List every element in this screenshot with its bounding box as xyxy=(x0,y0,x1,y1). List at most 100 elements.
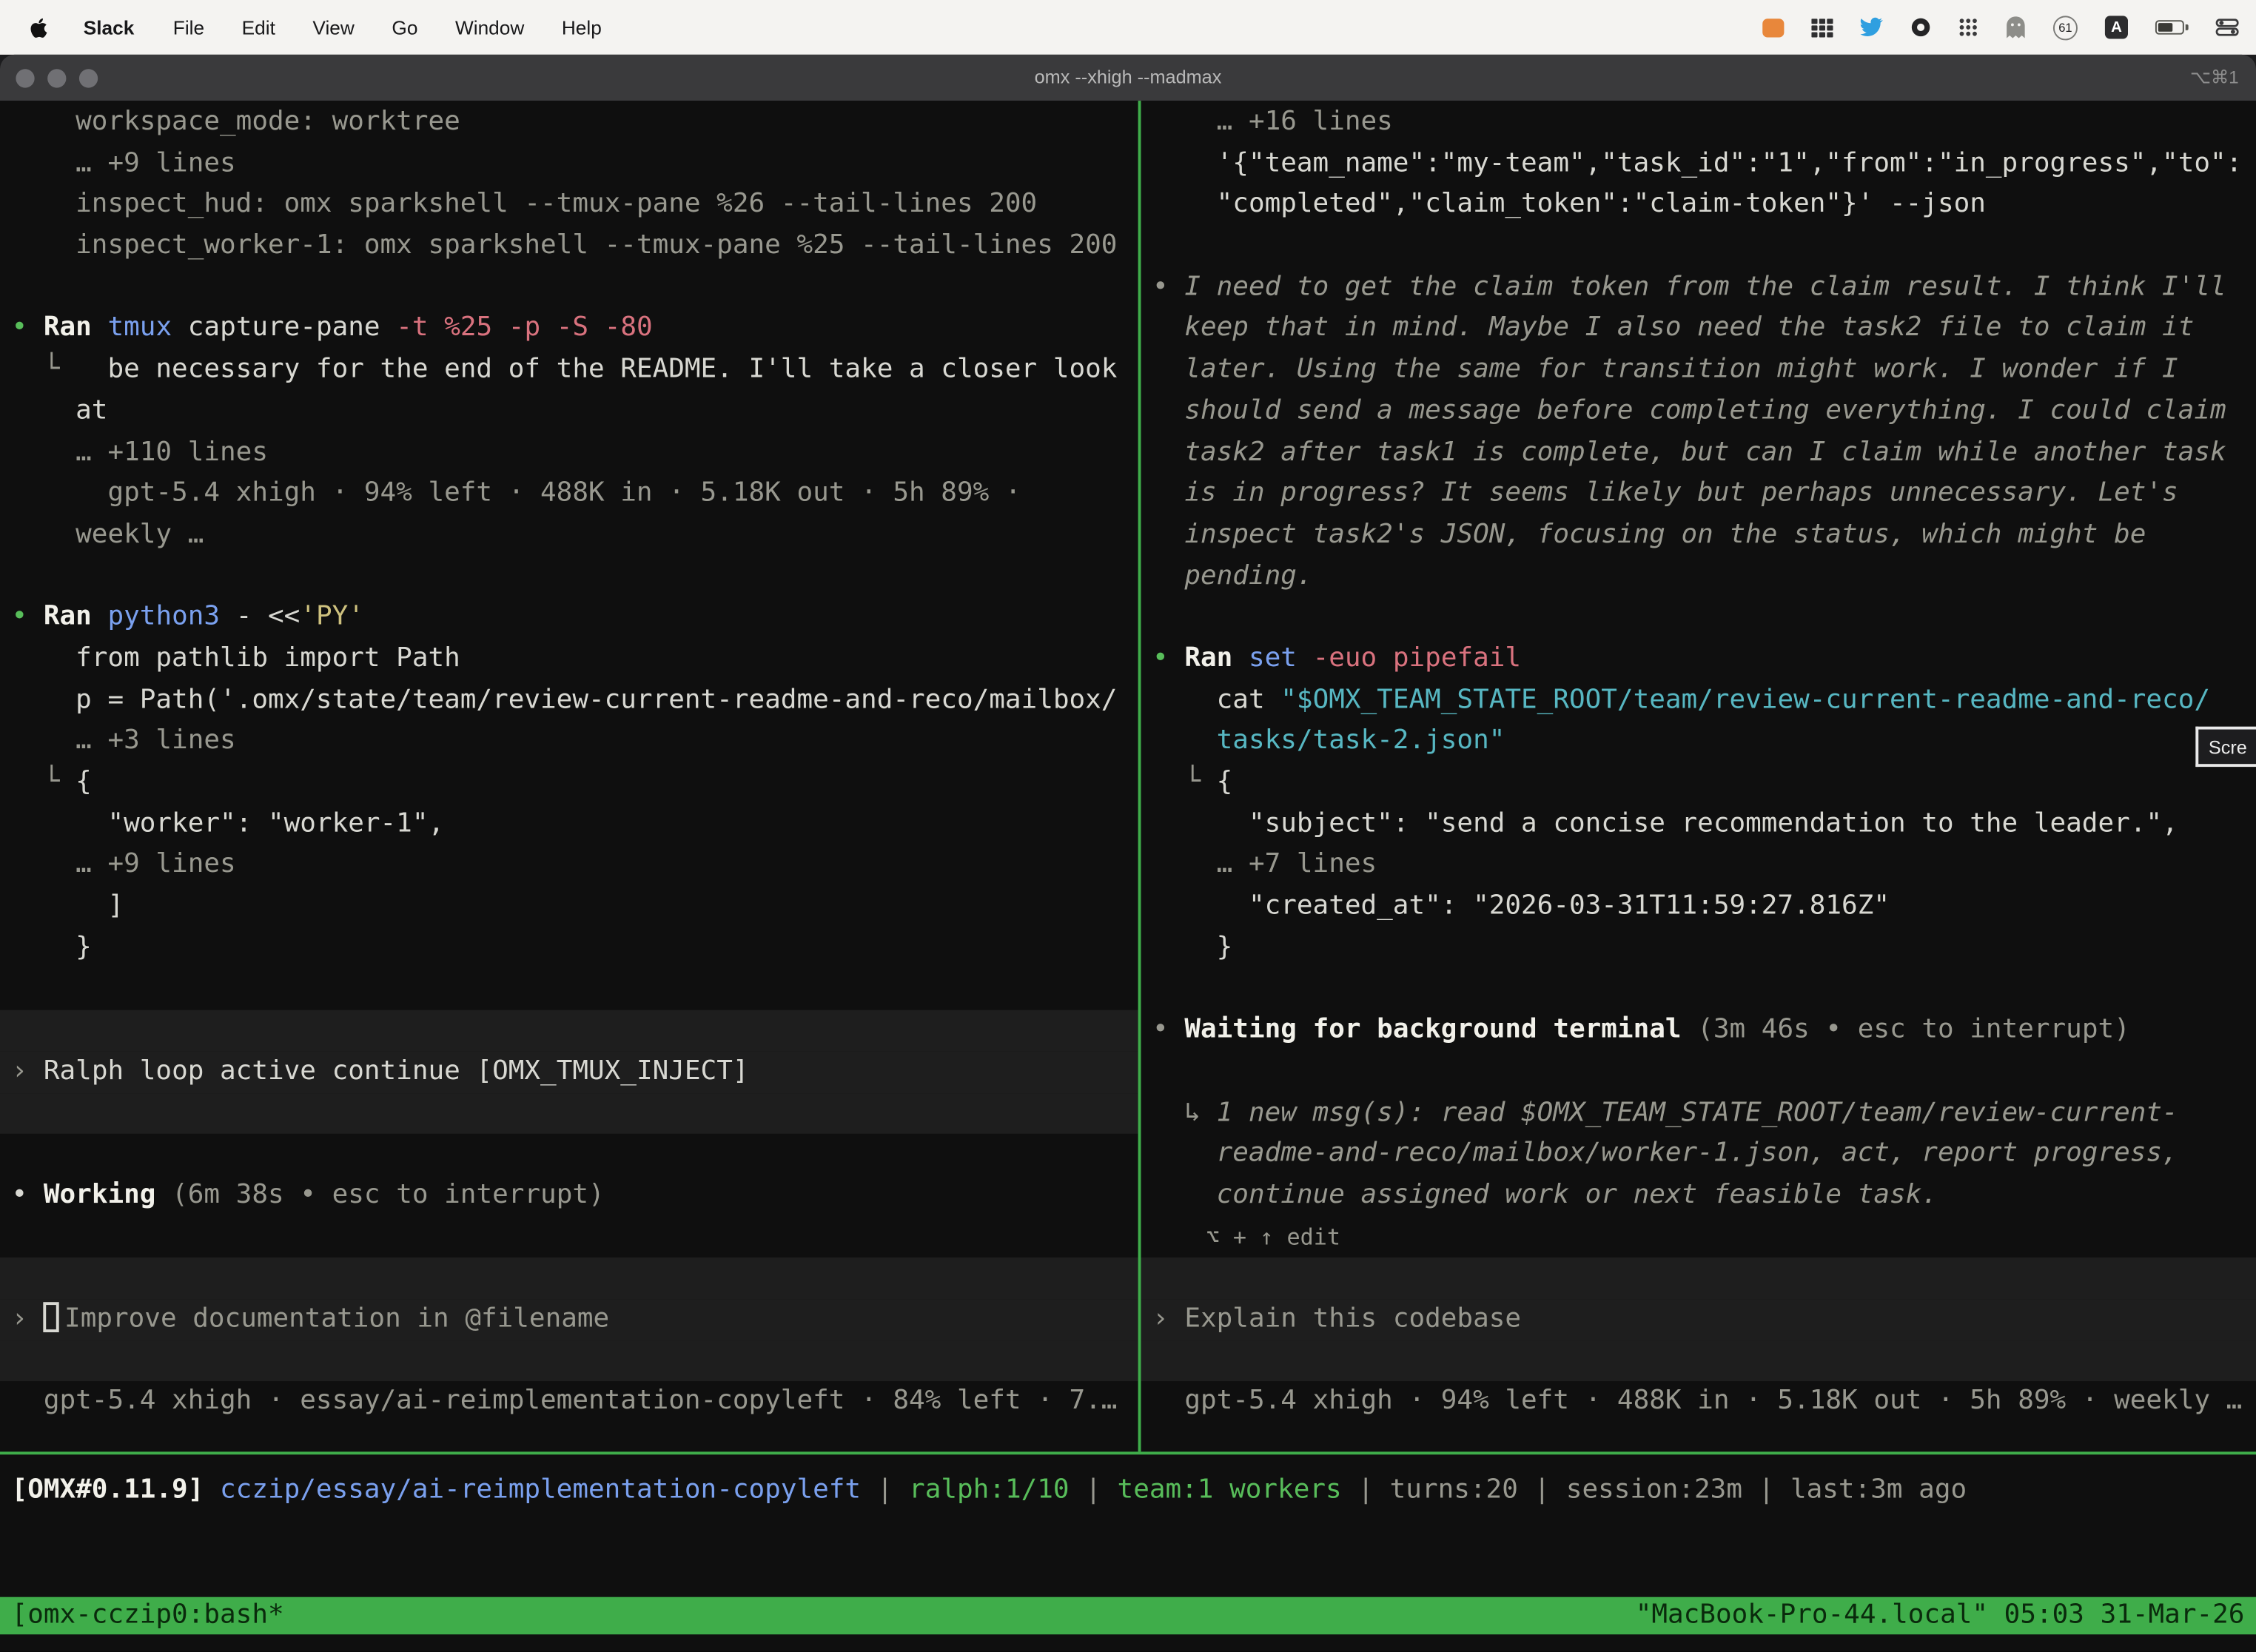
active-app-name[interactable]: Slack xyxy=(84,16,135,38)
terminal-line: tasks/task-2.json" xyxy=(1141,721,2256,762)
tmux-status-bar: [omx-cczip0:bash* "MacBook-Pro-44.local"… xyxy=(0,1597,2256,1635)
terminal-line: at xyxy=(0,391,1138,432)
terminal-line xyxy=(0,1134,1138,1175)
terminal-line: • Ran set -euo pipefail xyxy=(1141,639,2256,680)
window-shortcut-hint: ⌥⌘1 xyxy=(2190,55,2239,101)
battery-icon[interactable] xyxy=(2155,20,2189,34)
terminal-line: gpt-5.4 xhigh · essay/ai-reimplementatio… xyxy=(0,1382,1138,1423)
terminal-line: workspace_mode: worktree xyxy=(0,102,1138,144)
menubar-status-icons: 61 A xyxy=(1762,15,2238,39)
prompt-input-line[interactable]: › Explain this codebase xyxy=(1141,1299,2256,1340)
tmux-panes: workspace_mode: worktree … +9 lines insp… xyxy=(0,101,2256,1451)
terminal-line: '{"team_name":"my-team","task_id":"1","f… xyxy=(1141,144,2256,185)
terminal-line xyxy=(0,1217,1138,1258)
text-cursor xyxy=(44,1302,58,1332)
terminal-line: └ be necessary for the end of the README… xyxy=(0,350,1138,392)
terminal-line: • I need to get the claim token from the… xyxy=(1141,267,2256,309)
control-center-icon[interactable] xyxy=(2216,19,2239,36)
terminal-line: • Waiting for background terminal (3m 46… xyxy=(1141,1010,2256,1052)
terminal-window: omx --xhigh --madmax ⌥⌘1 workspace_mode:… xyxy=(0,55,2256,1652)
terminal-line xyxy=(0,1092,1138,1134)
terminal-line xyxy=(1141,226,2256,267)
terminal-pane-left[interactable]: workspace_mode: worktree … +9 lines insp… xyxy=(0,101,1138,1451)
terminal-line: "subject": "send a concise recommendatio… xyxy=(1141,804,2256,845)
terminal-line: keep that in mind. Maybe I also need the… xyxy=(1141,309,2256,350)
terminal-line: gpt-5.4 xhigh · 94% left · 488K in · 5.1… xyxy=(1141,1382,2256,1423)
terminal-line: readme-and-reco/mailbox/worker-1.json, a… xyxy=(1141,1134,2256,1175)
window-title: omx --xhigh --madmax xyxy=(0,55,2256,101)
terminal-line: └ { xyxy=(1141,762,2256,804)
terminal-line: weekly … xyxy=(0,515,1138,557)
prompt-input-line[interactable]: › Ralph loop active continue [OMX_TMUX_I… xyxy=(0,1052,1138,1093)
ghost-icon[interactable] xyxy=(2006,16,2026,38)
apple-icon xyxy=(29,15,49,39)
terminal-line: … +9 lines xyxy=(0,144,1138,185)
terminal-line xyxy=(0,969,1138,1010)
menu-view[interactable]: View xyxy=(312,16,354,38)
menu-window[interactable]: Window xyxy=(455,16,524,38)
grid-icon[interactable] xyxy=(1811,18,1833,36)
terminal-line: later. Using the same for transition mig… xyxy=(1141,350,2256,392)
apple-menu[interactable] xyxy=(29,15,49,39)
terminal-line: └ { xyxy=(0,762,1138,804)
omx-status-line: [OMX#0.11.9] cczip/essay/ai-reimplementa… xyxy=(0,1465,2256,1517)
tmux-session-label: [omx-cczip0:bash* xyxy=(12,1597,284,1635)
menu-file[interactable]: File xyxy=(173,16,204,38)
terminal-line xyxy=(0,556,1138,597)
terminal-line: cat "$OMX_TEAM_STATE_ROOT/team/review-cu… xyxy=(1141,680,2256,722)
desktop-screen: Slack File Edit View Go Window Help 61 A xyxy=(0,0,2256,1652)
terminal-line: inspect task2's JSON, focusing on the st… xyxy=(1141,515,2256,557)
terminal-line xyxy=(1141,1340,2256,1382)
terminal-line xyxy=(0,1010,1138,1052)
dots-grid-icon[interactable] xyxy=(1958,17,1978,37)
terminal-line xyxy=(1141,969,2256,1010)
terminal-line: … +110 lines xyxy=(0,432,1138,474)
input-source-icon[interactable]: A xyxy=(2105,16,2128,38)
terminal-line: } xyxy=(0,927,1138,969)
terminal-line: • Ran tmux capture-pane -t %25 -p -S -80 xyxy=(0,309,1138,350)
screen-recording-indicator[interactable] xyxy=(1762,18,1784,36)
terminal-line: is in progress? It seems likely but perh… xyxy=(1141,474,2256,515)
menu-go[interactable]: Go xyxy=(392,16,417,38)
terminal-line xyxy=(1141,1052,2256,1093)
record-circle-icon[interactable] xyxy=(1910,17,1930,37)
clipped-overlay-window[interactable]: Scre xyxy=(2195,727,2256,767)
terminal-line: inspect_worker-1: omx sparkshell --tmux-… xyxy=(0,226,1138,267)
terminal-line: task2 after task1 is complete, but can I… xyxy=(1141,432,2256,474)
terminal-content: workspace_mode: worktree … +9 lines insp… xyxy=(0,101,2256,1652)
terminal-line: ] xyxy=(0,887,1138,928)
menu-edit[interactable]: Edit xyxy=(242,16,275,38)
menu-help[interactable]: Help xyxy=(562,16,602,38)
terminal-line: ⌥ + ↑ edit xyxy=(1141,1217,2256,1258)
terminal-line: from pathlib import Path xyxy=(0,639,1138,680)
terminal-line: continue assigned work or next feasible … xyxy=(1141,1175,2256,1217)
terminal-line: "completed","claim_token":"claim-token"}… xyxy=(1141,185,2256,226)
terminal-line: … +7 lines xyxy=(1141,845,2256,887)
battery-percent-badge[interactable]: 61 xyxy=(2053,15,2078,39)
tmux-host-time: "MacBook-Pro-44.local" 05:03 31-Mar-26 xyxy=(1636,1597,2245,1635)
terminal-line xyxy=(0,267,1138,309)
window-titlebar[interactable]: omx --xhigh --madmax ⌥⌘1 xyxy=(0,55,2256,101)
terminal-line: … +16 lines xyxy=(1141,102,2256,144)
terminal-line: should send a message before completing … xyxy=(1141,391,2256,432)
terminal-line: inspect_hud: omx sparkshell --tmux-pane … xyxy=(0,185,1138,226)
terminal-line xyxy=(0,1258,1138,1299)
prompt-input-line[interactable]: › Improve documentation in @filename xyxy=(0,1299,1138,1340)
terminal-line: gpt-5.4 xhigh · 94% left · 488K in · 5.1… xyxy=(0,474,1138,515)
pane-bottom-border xyxy=(0,1451,2256,1454)
terminal-line: • Working (6m 38s • esc to interrupt) xyxy=(0,1175,1138,1217)
terminal-line: "worker": "worker-1", xyxy=(0,804,1138,845)
terminal-pane-right[interactable]: … +16 lines '{"team_name":"my-team","tas… xyxy=(1141,101,2256,1451)
terminal-line: p = Path('.omx/state/team/review-current… xyxy=(0,680,1138,722)
terminal-line: ↳ 1 new msg(s): read $OMX_TEAM_STATE_ROO… xyxy=(1141,1092,2256,1134)
terminal-line: … +9 lines xyxy=(0,845,1138,887)
terminal-line xyxy=(0,1340,1138,1382)
terminal-line: } xyxy=(1141,927,2256,969)
bird-icon[interactable] xyxy=(1860,17,1883,37)
terminal-line: … +3 lines xyxy=(0,721,1138,762)
terminal-line: • Ran python3 - <<'PY' xyxy=(0,597,1138,639)
menubar-menus: File Edit View Go Window Help xyxy=(155,16,621,38)
terminal-line xyxy=(1141,597,2256,639)
terminal-line xyxy=(1141,1258,2256,1299)
macos-menubar: Slack File Edit View Go Window Help 61 A xyxy=(0,0,2256,55)
